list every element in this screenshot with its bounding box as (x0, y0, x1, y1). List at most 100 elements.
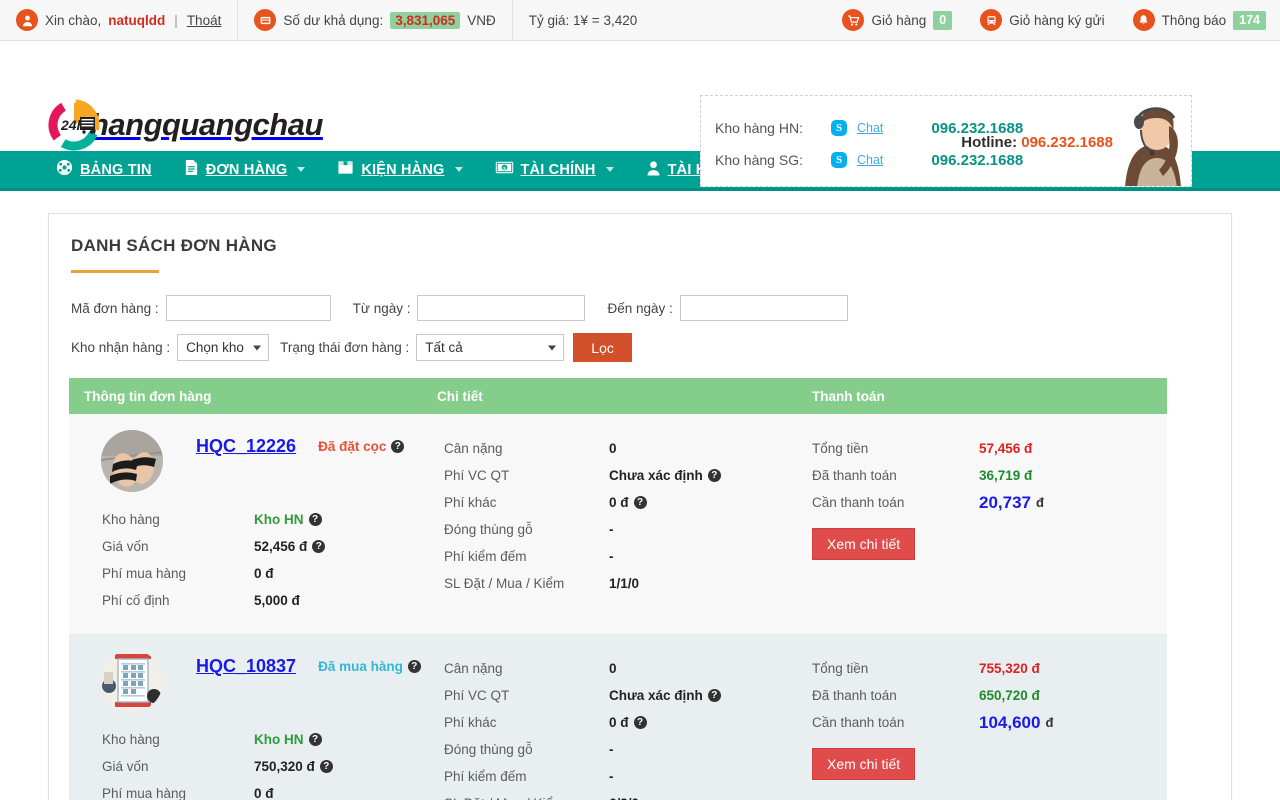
help-icon[interactable]: ? (707, 689, 721, 702)
chat-link-sg[interactable]: Chat (857, 153, 883, 167)
warehouse-select[interactable]: Chọn kho (177, 334, 270, 361)
field-label: Phí cố định (102, 593, 170, 608)
field-label: Phí VC QT (444, 688, 510, 703)
logout-link[interactable]: Thoát (187, 13, 222, 28)
consignment-cart-cell[interactable]: Giỏ hàng ký gửi (966, 0, 1118, 40)
cart-cell[interactable]: Giỏ hàng 0 (828, 0, 966, 40)
field-sl: SL Đặt / Mua / Kiểm 1/1/0 (444, 570, 812, 597)
column-header-detail: Chi tiết (437, 388, 483, 404)
phi-vc-qt-value: Chưa xác định (609, 468, 703, 483)
field-phi-khac: Phí khác 0 đ ? (444, 489, 812, 516)
order-info-fields: Kho hàng Kho HN ? Giá vốn 750,320 đ ? Ph… (84, 726, 437, 800)
notifications-label: Thông báo (1161, 12, 1227, 28)
phone-sg: 096.232.1688 (931, 151, 1024, 169)
help-icon[interactable]: ? (633, 716, 647, 729)
to-date-input[interactable] (679, 295, 848, 321)
nav-item-bang-tin[interactable]: BẢNG TIN (56, 150, 168, 190)
field-label: Giá vốn (102, 759, 149, 774)
field-value: Kho HN ? (254, 506, 322, 533)
field-label: Phí kiểm đếm (444, 549, 527, 564)
field-kho-hang: Kho hàng Kho HN ? (102, 506, 437, 533)
can-thanh-toan-value: 104,600 (979, 713, 1041, 732)
field-value: 650,720 đ (979, 688, 1040, 703)
help-icon[interactable]: ? (308, 513, 322, 526)
field-value: - (609, 742, 614, 757)
logo-ring-icon: 24h (48, 99, 100, 151)
balance-unit: VNĐ (467, 12, 496, 28)
username-label: natuqldd (108, 12, 166, 28)
site-header: 24h hangquangchau Kho hàng HN: S Chat 09… (0, 41, 1280, 187)
field-dong-thung-go: Đóng thùng gỗ - (444, 516, 812, 543)
notifications-count-badge: 174 (1233, 10, 1266, 30)
nav-label: ĐƠN HÀNG (205, 161, 288, 178)
status-select[interactable]: Tất cả (416, 334, 565, 361)
help-icon[interactable]: ? (407, 660, 421, 673)
order-payment-fields: Tổng tiền 755,320 đ Đã thanh toán 650,72… (812, 655, 1167, 736)
field-phi-mua-hang: Phí mua hàng 0 đ (102, 560, 437, 587)
to-date-label: Đến ngày : (607, 300, 673, 316)
gia-von-value: 750,320 đ (254, 759, 315, 774)
money-icon: $ (495, 160, 514, 179)
warehouse-select-wrap: Chọn kho (177, 334, 270, 361)
view-detail-button[interactable]: Xem chi tiết (812, 528, 916, 560)
cart-label: Giỏ hàng (871, 12, 927, 28)
chat-link-hn[interactable]: Chat (857, 121, 883, 135)
order-code-input[interactable] (165, 295, 331, 321)
order-info-header: HQC_12226 Đã đặt cọc ? (84, 430, 437, 492)
field-label: SL Đặt / Mua / Kiểm (444, 790, 609, 800)
filter-button[interactable]: Lọc (573, 333, 632, 362)
nav-label: KIỆN HÀNG (361, 161, 445, 178)
field-label: Phí khác (444, 495, 497, 510)
field-label: Giá vốn (102, 539, 149, 554)
logo-wordmark: hangquangchau (90, 107, 323, 142)
from-date-input[interactable] (417, 295, 586, 321)
order-info-fields: Kho hàng Kho HN ? Giá vốn 52,456 đ ? Phí… (84, 506, 437, 614)
cart-icon (842, 9, 865, 31)
help-icon[interactable]: ? (312, 540, 326, 553)
nav-item-tai-chinh[interactable]: $ TÀI CHÍNH (479, 150, 630, 190)
nav-item-kien-hang[interactable]: KIỆN HÀNG (321, 150, 478, 190)
site-logo[interactable]: 24h hangquangchau (48, 99, 323, 151)
skype-icon[interactable]: S (831, 120, 847, 136)
document-icon (184, 159, 199, 180)
field-phi-vc-qt: Phí VC QT Chưa xác định ? (444, 462, 812, 489)
filter-row-bottom: Kho nhận hàng : Chọn kho Trạng thái đơn … (69, 333, 1211, 362)
order-code-link[interactable]: HQC_10837 (196, 656, 296, 677)
help-icon[interactable]: ? (308, 733, 322, 746)
help-icon[interactable]: ? (319, 760, 333, 773)
order-payment-fields: Tổng tiền 57,456 đ Đã thanh toán 36,719 … (812, 435, 1167, 516)
field-can-thanh-toan: Cần thanh toán 20,737 đ (812, 489, 1167, 516)
field-value: 0 đ (254, 566, 274, 581)
table-row: HQC_12226 Đã đặt cọc ? Kho hàng Kho HN ? (69, 414, 1167, 634)
view-detail-button[interactable]: Xem chi tiết (812, 748, 916, 780)
notifications-cell[interactable]: Thông báo 174 (1119, 0, 1280, 40)
exchange-rate-text: Tỷ giá: 1¥ = 3,420 (528, 12, 638, 28)
hotline-number: 096.232.1688 (1021, 134, 1113, 151)
orders-card: DANH SÁCH ĐƠN HÀNG Mã đơn hàng : Từ ngày… (48, 213, 1232, 800)
field-kho-hang: Kho hàng Kho HN ? (102, 726, 437, 753)
field-label: Đã thanh toán (812, 688, 897, 703)
can-thanh-toan-value: 20,737 (979, 493, 1031, 512)
wallet-icon (254, 9, 277, 31)
field-label: Phí mua hàng (102, 566, 187, 581)
field-value: 0 (609, 441, 617, 456)
field-value: - (609, 769, 614, 784)
help-icon[interactable]: ? (633, 496, 647, 509)
product-thumbnail[interactable] (101, 430, 163, 492)
help-icon[interactable]: ? (391, 440, 405, 453)
help-icon[interactable]: ? (707, 469, 721, 482)
product-thumbnail[interactable] (101, 650, 163, 712)
nav-label: TÀI CHÍNH (520, 161, 596, 178)
column-header-payment: Thanh toán (812, 388, 885, 404)
field-value: 0 (609, 661, 617, 676)
skype-icon[interactable]: S (831, 152, 847, 168)
order-code-link[interactable]: HQC_12226 (196, 436, 296, 457)
currency-unit: đ (1045, 715, 1054, 730)
nav-label: BẢNG TIN (80, 161, 152, 178)
field-label: Tổng tiền (812, 441, 869, 456)
field-label: Cân nặng (444, 441, 503, 456)
account-greeting-cell: Xin chào, natuqldd | Thoát (0, 0, 239, 40)
field-phi-co-dinh: Phí cố định 5,000 đ (102, 587, 437, 614)
nav-item-don-hang[interactable]: ĐƠN HÀNG (168, 150, 322, 190)
